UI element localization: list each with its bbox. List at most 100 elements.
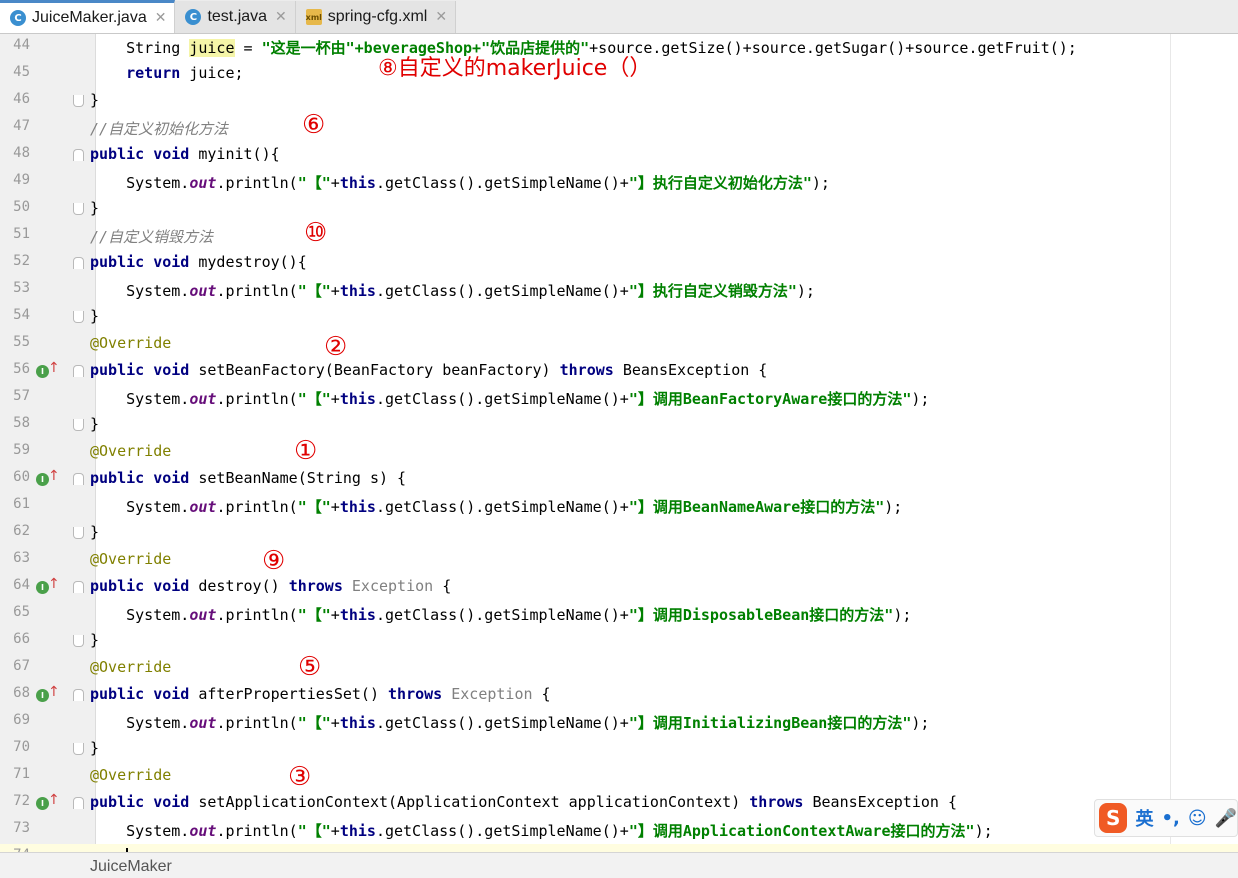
step-5-annotation: ⑤ <box>298 652 322 682</box>
line-number: 72 <box>13 793 30 809</box>
line-number: 54 <box>13 307 30 323</box>
line-number: 46 <box>13 91 30 107</box>
close-icon[interactable]: ✕ <box>275 9 287 25</box>
fold-start-icon[interactable] <box>73 257 84 269</box>
fold-end-icon[interactable] <box>73 311 84 323</box>
tab-spring-cfg[interactable]: xml spring-cfg.xml ✕ <box>295 1 457 33</box>
line-number: 47 <box>13 118 30 134</box>
line-number: 50 <box>13 199 30 215</box>
code-line: 46 } <box>0 88 1238 115</box>
code-annotation: @Override <box>90 442 172 460</box>
code-text: public void setBeanFactory(BeanFactory b… <box>90 361 768 379</box>
fold-start-icon[interactable] <box>73 149 84 161</box>
step-9-annotation: ⑨ <box>262 546 286 576</box>
step-1-annotation: ① <box>294 436 318 466</box>
code-editor[interactable]: 44 String juice = "这是一杯由"+beverageShop+"… <box>0 34 1238 871</box>
code-line: 67 @Override <box>0 655 1238 682</box>
up-arrow-icon[interactable]: ↑ <box>48 684 60 700</box>
line-number: 48 <box>13 145 30 161</box>
line-number: 60 <box>13 469 30 485</box>
code-line: 70 } <box>0 736 1238 763</box>
fold-start-icon[interactable] <box>73 689 84 701</box>
fold-end-icon[interactable] <box>73 743 84 755</box>
code-line: 54 } <box>0 304 1238 331</box>
breadcrumb-class[interactable]: JuiceMaker <box>90 858 172 876</box>
step-6-annotation: ⑥ <box>302 110 326 140</box>
code-text: } <box>90 307 100 325</box>
line-number: 64 <box>13 577 30 593</box>
line-number: 73 <box>13 820 30 836</box>
line-number: 45 <box>13 64 30 80</box>
up-arrow-icon[interactable]: ↑ <box>48 576 60 592</box>
line-number: 49 <box>13 172 30 188</box>
fold-start-icon[interactable] <box>73 581 84 593</box>
code-annotation: @Override <box>90 550 172 568</box>
up-arrow-icon[interactable]: ↑ <box>48 360 60 376</box>
code-line: 49 System.out.println("【"+this.getClass(… <box>0 169 1238 196</box>
code-line: 57 System.out.println("【"+this.getClass(… <box>0 385 1238 412</box>
code-line: 72 I ↑ public void setApplicationContext… <box>0 790 1238 817</box>
ime-punctuation-toggle[interactable]: •, <box>1161 808 1179 829</box>
line-number: 70 <box>13 739 30 755</box>
code-text: System.out.println("【"+this.getClass().g… <box>90 606 912 624</box>
line-number: 66 <box>13 631 30 647</box>
tab-test[interactable]: C test.java ✕ <box>175 1 296 33</box>
line-number: 59 <box>13 442 30 458</box>
code-text: System.out.println("【"+this.getClass().g… <box>90 282 815 300</box>
fold-end-icon[interactable] <box>73 419 84 431</box>
line-number: 68 <box>13 685 30 701</box>
code-line: 48 public void myinit(){ <box>0 142 1238 169</box>
code-text: System.out.println("【"+this.getClass().g… <box>90 390 930 408</box>
line-number: 57 <box>13 388 30 404</box>
code-text: public void mydestroy(){ <box>90 253 307 271</box>
code-line: 51 //自定义销毁方法 <box>0 223 1238 250</box>
code-text: } <box>90 199 100 217</box>
code-text: return juice; <box>126 64 244 82</box>
line-number: 52 <box>13 253 30 269</box>
code-annotation: @Override <box>90 334 172 352</box>
fold-start-icon[interactable] <box>73 473 84 485</box>
step-3-annotation: ③ <box>288 762 312 792</box>
fold-start-icon[interactable] <box>73 365 84 377</box>
code-text: System.out.println("【"+this.getClass().g… <box>90 498 903 516</box>
step-2-annotation: ② <box>324 332 348 362</box>
code-annotation: @Override <box>90 658 172 676</box>
line-number: 71 <box>13 766 30 782</box>
code-text: public void destroy() throws Exception { <box>90 577 452 595</box>
close-icon[interactable]: ✕ <box>155 10 167 26</box>
code-line: 64 I ↑ public void destroy() throws Exce… <box>0 574 1238 601</box>
emoji-icon[interactable]: ☺ <box>1188 808 1207 829</box>
code-text: } <box>90 91 100 109</box>
fold-start-icon[interactable] <box>73 797 84 809</box>
line-number: 44 <box>13 37 30 53</box>
code-text: System.out.println("【"+this.getClass().g… <box>90 174 830 192</box>
java-class-icon: C <box>10 10 26 26</box>
code-line: 65 System.out.println("【"+this.getClass(… <box>0 601 1238 628</box>
fold-end-icon[interactable] <box>73 635 84 647</box>
ime-toolbar[interactable]: S 英 •, ☺ 🎤 <box>1094 799 1238 837</box>
line-number: 61 <box>13 496 30 512</box>
tab-juicemaker[interactable]: C JuiceMaker.java ✕ <box>0 0 176 33</box>
sogou-logo-icon[interactable]: S <box>1099 803 1128 833</box>
line-number: 65 <box>13 604 30 620</box>
ime-language-toggle[interactable]: 英 <box>1135 805 1153 831</box>
line-number: 53 <box>13 280 30 296</box>
line-number: 67 <box>13 658 30 674</box>
code-annotation: @Override <box>90 766 172 784</box>
microphone-icon[interactable]: 🎤 <box>1215 808 1237 829</box>
code-line: 60 I ↑ public void setBeanName(String s)… <box>0 466 1238 493</box>
fold-end-icon[interactable] <box>73 527 84 539</box>
code-text: public void setBeanName(String s) { <box>90 469 407 487</box>
code-text: } <box>90 631 100 649</box>
up-arrow-icon[interactable]: ↑ <box>48 468 60 484</box>
fold-end-icon[interactable] <box>73 95 84 107</box>
tab-label: spring-cfg.xml <box>327 8 428 25</box>
code-line: 55 @Override <box>0 331 1238 358</box>
code-line: 69 System.out.println("【"+this.getClass(… <box>0 709 1238 736</box>
code-text: System.out.println("【"+this.getClass().g… <box>90 714 930 732</box>
fold-end-icon[interactable] <box>73 203 84 215</box>
up-arrow-icon[interactable]: ↑ <box>48 792 60 808</box>
close-icon[interactable]: ✕ <box>435 9 447 25</box>
editor-tab-bar: C JuiceMaker.java ✕ C test.java ✕ xml sp… <box>0 0 1238 34</box>
code-text: public void setApplicationContext(Applic… <box>90 793 957 811</box>
